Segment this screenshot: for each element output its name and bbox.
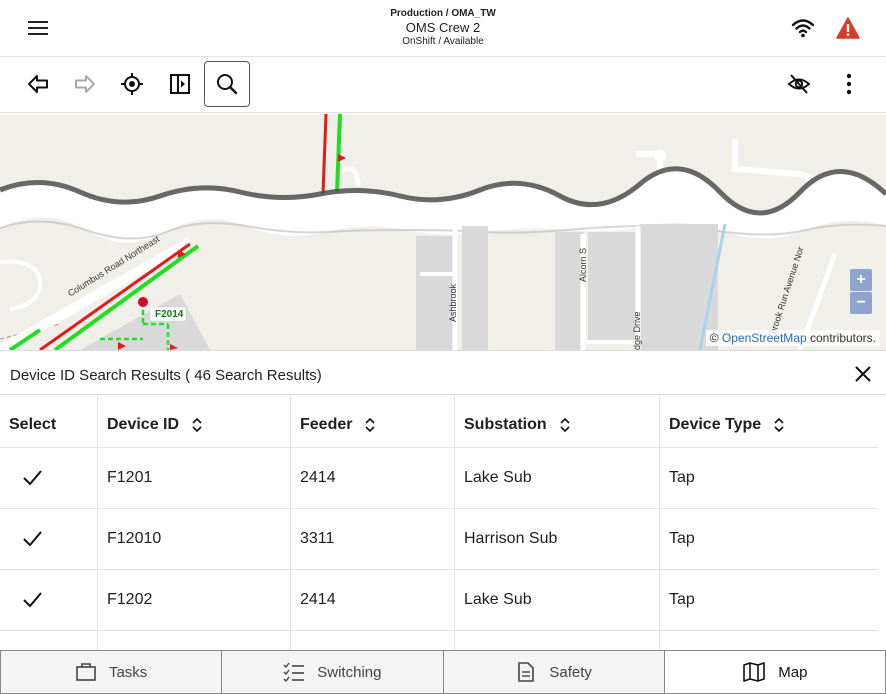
cell-device-type: Tap xyxy=(659,509,878,569)
zoom-out-button[interactable]: − xyxy=(850,292,872,314)
warning-icon[interactable] xyxy=(834,14,862,42)
row-select-checkmark[interactable] xyxy=(0,448,97,508)
map-attribution: © OpenStreetMap contributors. xyxy=(705,330,880,346)
tab-tasks-label: Tasks xyxy=(108,663,148,681)
map-label-street: dge Drive xyxy=(632,311,642,350)
cell-device-id: F1201 xyxy=(97,448,290,508)
search-results-title: Device ID Search Results ( 46 Search Res… xyxy=(10,367,322,384)
table-row[interactable]: F12010 3311 Harrison Sub Tap xyxy=(0,509,878,570)
app-header: Production / OMA_TW OMS Crew 2 OnShift /… xyxy=(0,0,886,57)
column-header-substation[interactable]: Substation xyxy=(454,395,659,447)
sort-icon xyxy=(192,417,202,433)
close-results-button[interactable] xyxy=(852,363,874,385)
briefcase-icon xyxy=(76,663,96,681)
sort-icon xyxy=(560,417,570,433)
tab-safety-label: Safety xyxy=(549,663,592,681)
search-results-header: Device ID Search Results ( 46 Search Res… xyxy=(0,350,886,395)
cell-device-type: Tap xyxy=(659,448,878,508)
tab-map-label: Map xyxy=(778,663,808,681)
cell-substation: Harrison Sub xyxy=(454,509,659,569)
map-view[interactable]: F2014 Columbus Road Northeast Ashbrook A… xyxy=(0,114,886,350)
table-row[interactable]: F1202 2414 Lake Sub Tap xyxy=(0,570,878,631)
checklist-icon xyxy=(283,662,305,682)
table-header-row: Select Device ID Feeder Substation Devic… xyxy=(0,395,878,448)
cell-feeder: 2414 xyxy=(290,448,454,508)
arrow-right-icon xyxy=(75,75,95,93)
table-row[interactable] xyxy=(0,631,878,651)
tab-switching-label: Switching xyxy=(317,663,382,681)
side-panel-icon xyxy=(170,74,190,94)
tab-map[interactable]: Map xyxy=(664,650,886,694)
map-label-feeder[interactable]: F2014 xyxy=(155,309,183,320)
visibility-toggle-button[interactable] xyxy=(776,61,822,107)
column-header-feeder[interactable]: Feeder xyxy=(290,395,454,447)
tab-safety[interactable]: Safety xyxy=(443,650,665,694)
cell-device-id: F1202 xyxy=(97,570,290,630)
close-icon xyxy=(855,366,871,382)
cell-substation: Lake Sub xyxy=(454,570,659,630)
map-label-street: Alcorn S xyxy=(578,247,588,282)
app-title: OMS Crew 2 xyxy=(405,20,481,35)
checkmark-icon xyxy=(23,592,42,608)
zoom-controls: + − xyxy=(850,269,872,315)
header-center: Production / OMA_TW OMS Crew 2 OnShift /… xyxy=(0,8,886,48)
panel-toggle-button[interactable] xyxy=(157,61,203,107)
search-button[interactable] xyxy=(204,61,250,107)
cell-feeder: 3311 xyxy=(290,509,454,569)
back-button[interactable] xyxy=(15,61,61,107)
checkmark-icon xyxy=(23,470,42,486)
search-icon xyxy=(217,74,238,95)
sort-icon xyxy=(365,417,376,433)
search-results-table: Select Device ID Feeder Substation Devic… xyxy=(0,395,878,651)
tab-switching[interactable]: Switching xyxy=(222,650,444,694)
wifi-icon[interactable] xyxy=(789,14,817,42)
row-select-checkmark[interactable] xyxy=(0,509,97,569)
crew-status: OnShift / Available xyxy=(402,36,484,47)
forward-button[interactable] xyxy=(62,61,108,107)
environment-label: Production / OMA_TW xyxy=(390,8,496,19)
checkmark-icon xyxy=(23,531,42,547)
locate-button[interactable] xyxy=(109,61,155,107)
cell-device-type: Tap xyxy=(659,570,878,630)
zoom-in-button[interactable]: + xyxy=(850,269,872,291)
crosshair-icon xyxy=(121,73,143,95)
map-toolbar xyxy=(0,57,886,113)
more-vertical-icon xyxy=(846,73,852,95)
map-icon xyxy=(743,662,766,682)
more-menu-button[interactable] xyxy=(826,61,872,107)
bottom-tab-bar: Tasks Switching Safety Map xyxy=(0,650,886,694)
cell-substation: Lake Sub xyxy=(454,448,659,508)
arrow-left-icon xyxy=(28,75,48,93)
openstreetmap-link[interactable]: OpenStreetMap xyxy=(722,331,807,345)
eye-off-icon xyxy=(787,74,811,94)
table-row[interactable]: F1201 2414 Lake Sub Tap xyxy=(0,448,878,509)
tab-tasks[interactable]: Tasks xyxy=(0,650,223,694)
sort-icon xyxy=(774,417,784,433)
column-header-device-type[interactable]: Device Type xyxy=(659,395,878,447)
cell-device-id: F12010 xyxy=(97,509,290,569)
map-label-street: Ashbrook xyxy=(448,283,458,322)
column-header-device-id[interactable]: Device ID xyxy=(97,395,290,447)
column-header-select: Select xyxy=(9,416,57,433)
cell-feeder: 2414 xyxy=(290,570,454,630)
document-icon xyxy=(518,662,535,682)
row-select-checkmark[interactable] xyxy=(0,570,97,630)
